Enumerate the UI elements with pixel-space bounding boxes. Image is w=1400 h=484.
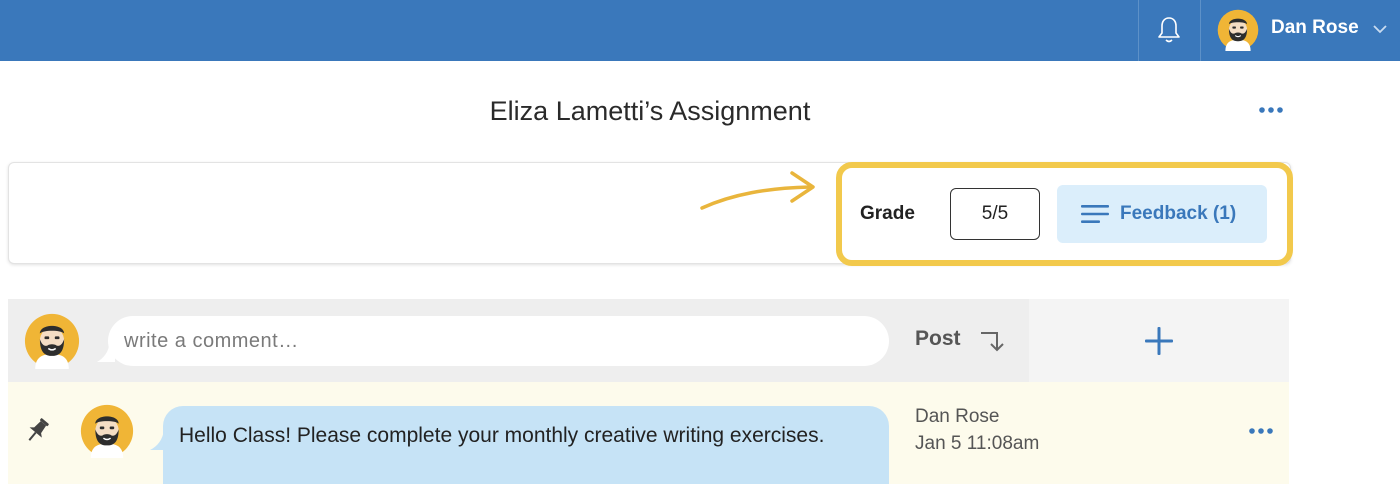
more-options-icon[interactable] <box>1244 421 1278 439</box>
pin-icon[interactable] <box>24 416 50 446</box>
top-navigation-bar <box>0 0 1400 61</box>
plus-icon[interactable] <box>1142 324 1176 358</box>
arrow-icon <box>700 171 815 210</box>
grade-input[interactable] <box>950 188 1040 240</box>
comment-input[interactable] <box>108 316 889 366</box>
page-title: Eliza Lametti’s Assignment <box>489 96 811 126</box>
message-author: Dan Rose <box>915 406 1000 427</box>
message-bubble: Hello Class! Please complete your monthl… <box>163 406 889 484</box>
avatar[interactable] <box>1217 9 1259 51</box>
grade-label: Grade <box>860 203 915 224</box>
feedback-label: Feedback (1) <box>1120 203 1237 224</box>
chevron-down-icon[interactable] <box>1371 20 1389 38</box>
header-divider <box>1200 0 1201 61</box>
return-arrow-icon[interactable] <box>978 328 1006 354</box>
menu-lines-icon <box>1081 205 1109 223</box>
avatar <box>80 404 134 458</box>
user-name[interactable]: Dan Rose <box>1271 17 1359 39</box>
message-timestamp: Jan 5 11:08am <box>915 433 1040 454</box>
more-options-icon[interactable] <box>1254 100 1288 118</box>
bell-icon[interactable] <box>1153 14 1185 46</box>
post-button[interactable]: Post <box>915 327 961 351</box>
avatar <box>24 313 80 369</box>
feedback-button[interactable]: Feedback (1) <box>1057 185 1267 243</box>
header-divider <box>1138 0 1139 61</box>
